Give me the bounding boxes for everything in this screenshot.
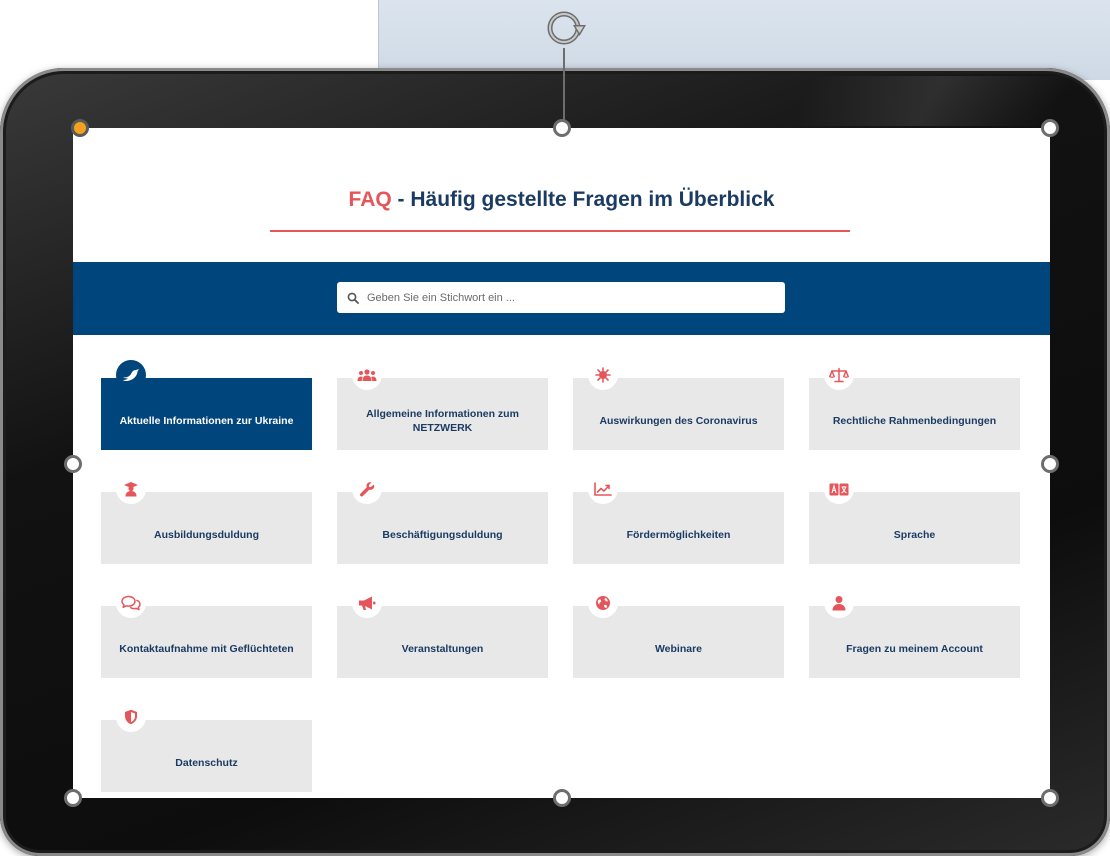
search-input[interactable]: Geben Sie ein Stichwort ein ... (337, 282, 785, 313)
globe-icon (588, 588, 618, 618)
chat-icon (116, 588, 146, 618)
category-label: Allgemeine Informationen zum NETZWERK (366, 407, 519, 434)
user-icon (824, 588, 854, 618)
category-card-ukraine[interactable]: Aktuelle Informationen zur Ukraine (101, 360, 312, 450)
resize-handle-top-right[interactable] (1041, 119, 1059, 137)
category-label: Beschäftigungsduldung (382, 528, 503, 541)
page-title: FAQ - Häufig gestellte Fragen im Überbli… (73, 188, 1050, 212)
category-label: Kontaktaufnahme mit Geflüchteten (119, 642, 294, 655)
search-icon (347, 292, 359, 304)
resize-handle-top-left[interactable] (71, 119, 89, 137)
chart-icon (588, 474, 618, 504)
category-card-kontaktaufnahme[interactable]: Kontaktaufnahme mit Geflüchteten (101, 588, 312, 678)
category-card-foerdermoeglichkeiten[interactable]: Fördermöglichkeiten (573, 474, 784, 564)
page-title-accent: FAQ (348, 188, 392, 211)
category-card-account[interactable]: Fragen zu meinem Account (809, 588, 1020, 678)
resize-handle-right[interactable] (1041, 455, 1059, 473)
category-label: Rechtliche Rahmenbedingungen (832, 414, 997, 427)
page-title-text: - Häufig gestellte Fragen im Überblick (391, 188, 775, 211)
category-label: Auswirkungen des Coronavirus (599, 414, 758, 427)
scales-icon (824, 360, 854, 390)
bird-icon (116, 360, 146, 390)
category-card-datenschutz[interactable]: Datenschutz (101, 702, 312, 792)
rotate-icon[interactable] (533, 5, 595, 60)
resize-handle-bottom[interactable] (553, 789, 571, 807)
category-label: Fragen zu meinem Account (846, 642, 983, 655)
title-underline (270, 230, 850, 232)
category-label: Fördermöglichkeiten (626, 528, 731, 541)
tablet-gloss (786, 76, 1074, 126)
group-icon (352, 360, 382, 390)
language-icon (824, 474, 854, 504)
category-card-ausbildungsduldung[interactable]: Ausbildungsduldung (101, 474, 312, 564)
category-card-beschaeftigungsduldung[interactable]: Beschäftigungsduldung (337, 474, 548, 564)
category-label: Ausbildungsduldung (154, 528, 259, 541)
shield-icon (116, 702, 146, 732)
category-card-sprache[interactable]: Sprache (809, 474, 1020, 564)
category-card-webinare[interactable]: Webinare (573, 588, 784, 678)
search-placeholder: Geben Sie ein Stichwort ein ... (367, 291, 515, 304)
category-label: Veranstaltungen (401, 642, 484, 655)
resize-handle-bottom-left[interactable] (64, 789, 82, 807)
category-card-netzwerk[interactable]: Allgemeine Informationen zum NETZWERK (337, 360, 548, 450)
resize-handle-left[interactable] (64, 455, 82, 473)
category-card-veranstaltungen[interactable]: Veranstaltungen (337, 588, 548, 678)
category-card-rahmenbedingungen[interactable]: Rechtliche Rahmenbedingungen (809, 360, 1020, 450)
category-label: Datenschutz (175, 756, 238, 769)
category-label: Webinare (654, 642, 703, 655)
category-label: Sprache (893, 528, 936, 541)
megaphone-icon (352, 588, 382, 618)
category-card-coronavirus[interactable]: Auswirkungen des Coronavirus (573, 360, 784, 450)
virus-icon (588, 360, 618, 390)
category-label: Aktuelle Informationen zur Ukraine (119, 414, 294, 427)
graduate-icon (116, 474, 146, 504)
faq-page: FAQ - Häufig gestellte Fragen im Überbli… (73, 128, 1050, 798)
wrench-icon (352, 474, 382, 504)
search-band: Geben Sie ein Stichwort ein ... (73, 262, 1050, 335)
resize-handle-bottom-right[interactable] (1041, 789, 1059, 807)
resize-handle-top[interactable] (553, 119, 571, 137)
